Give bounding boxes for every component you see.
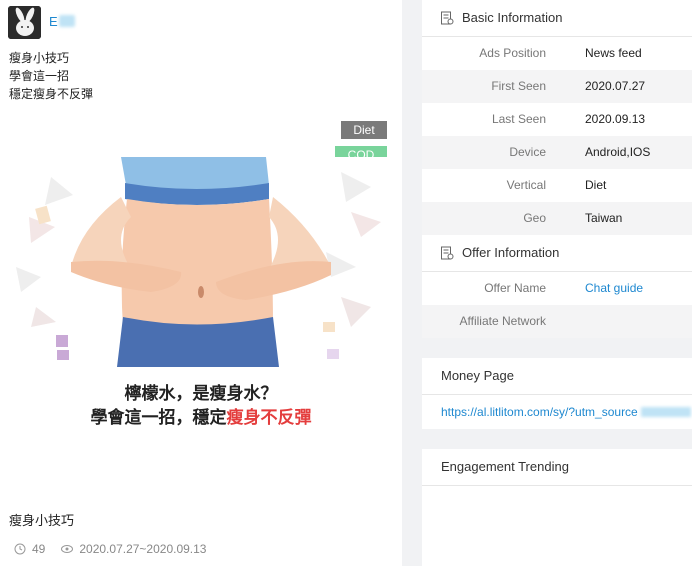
redacted-blur [641, 407, 692, 417]
info-value: Android,IOS [585, 145, 651, 159]
redacted-blur [58, 15, 75, 27]
info-label: Last Seen [491, 112, 546, 126]
ad-text-line: 穩定瘦身不反彈 [9, 87, 94, 101]
seen-range: 2020.07.27~2020.09.13 [79, 542, 207, 556]
document-icon [441, 246, 454, 260]
info-row: Last Seen 2020.09.13 [422, 103, 692, 136]
ad-creative-image[interactable]: 檸檬水，是瘦身水？ 學會這一招，穩定瘦身不反彈 [11, 157, 391, 437]
info-row: Ads Position News feed [422, 37, 692, 70]
seen-range-stat: 2020.07.27~2020.09.13 [61, 542, 206, 556]
rabbit-avatar-icon [8, 6, 41, 39]
basic-info-title: Basic Information [462, 10, 563, 25]
section-gap [422, 338, 692, 358]
section-gap [422, 429, 692, 449]
ad-text-line: 瘦身小技巧 [9, 51, 70, 65]
clock-like-icon [14, 543, 26, 555]
ad-text-line: 學會這一招 [9, 69, 70, 83]
info-value: Taiwan [585, 211, 623, 225]
info-label: Device [509, 145, 546, 159]
engagement-chart-area [422, 486, 692, 566]
money-page-url[interactable]: https://al.litlitom.com/sy/?utm_source [422, 395, 692, 429]
info-row: First Seen 2020.07.27 [422, 70, 692, 103]
bottom-caption: 瘦身小技巧 [9, 513, 75, 528]
offer-row: Offer Name Chat guide [422, 272, 692, 305]
info-label: First Seen [491, 79, 546, 93]
offer-label: Affiliate Network [459, 314, 546, 328]
money-page-title: Money Page [422, 358, 692, 395]
likes-stat: 49 [14, 542, 45, 556]
info-label: Ads Position [479, 46, 546, 60]
basic-info-header: Basic Information [422, 0, 692, 37]
info-label: Vertical [506, 178, 546, 192]
info-value: Diet [585, 178, 607, 192]
likes-count: 49 [32, 542, 46, 556]
info-row: Device Android,IOS [422, 136, 692, 169]
details-panel: Basic Information Ads Position News feed … [422, 0, 692, 566]
offer-name-link[interactable]: Chat guide [546, 272, 643, 305]
offer-row: Affiliate Network [422, 305, 692, 338]
offer-value [546, 305, 585, 338]
info-value: News feed [585, 46, 642, 60]
belly-illustration [16, 157, 381, 367]
creative-caption-line2: 學會這一招，穩定瘦身不反彈 [11, 403, 391, 428]
info-row: Geo Taiwan [422, 202, 692, 235]
engagement-title: Engagement Trending [422, 449, 692, 486]
caption-prefix: 學會這一招，穩定 [90, 408, 227, 428]
ad-card: E 瘦身小技巧 學會這一招 穩定瘦身不反彈 Diet COD 檸檬水，是瘦身水？… [0, 0, 402, 566]
info-row: Vertical Diet [422, 169, 692, 202]
advertiser-avatar[interactable] [8, 6, 41, 39]
vertical-tag[interactable]: Diet [341, 121, 387, 139]
advertiser-name[interactable]: E [49, 14, 75, 29]
offer-info-header: Offer Information [422, 235, 692, 272]
ad-text: 瘦身小技巧 學會這一招 穩定瘦身不反彈 [9, 49, 93, 103]
creative-caption-line1: 檸檬水，是瘦身水？ [124, 384, 278, 404]
info-value: 2020.09.13 [585, 112, 646, 126]
offer-label: Offer Name [484, 281, 546, 295]
money-page-link[interactable]: https://al.litlitom.com/sy/?utm_source [441, 405, 638, 419]
offer-info-title: Offer Information [462, 245, 560, 260]
ad-stats: 49 2020.07.27~2020.09.13 [14, 542, 222, 556]
info-label: Geo [523, 211, 546, 225]
eye-icon [61, 545, 74, 553]
info-value: 2020.07.27 [585, 79, 646, 93]
caption-highlight: 瘦身不反彈 [226, 408, 312, 428]
document-icon [441, 11, 454, 25]
